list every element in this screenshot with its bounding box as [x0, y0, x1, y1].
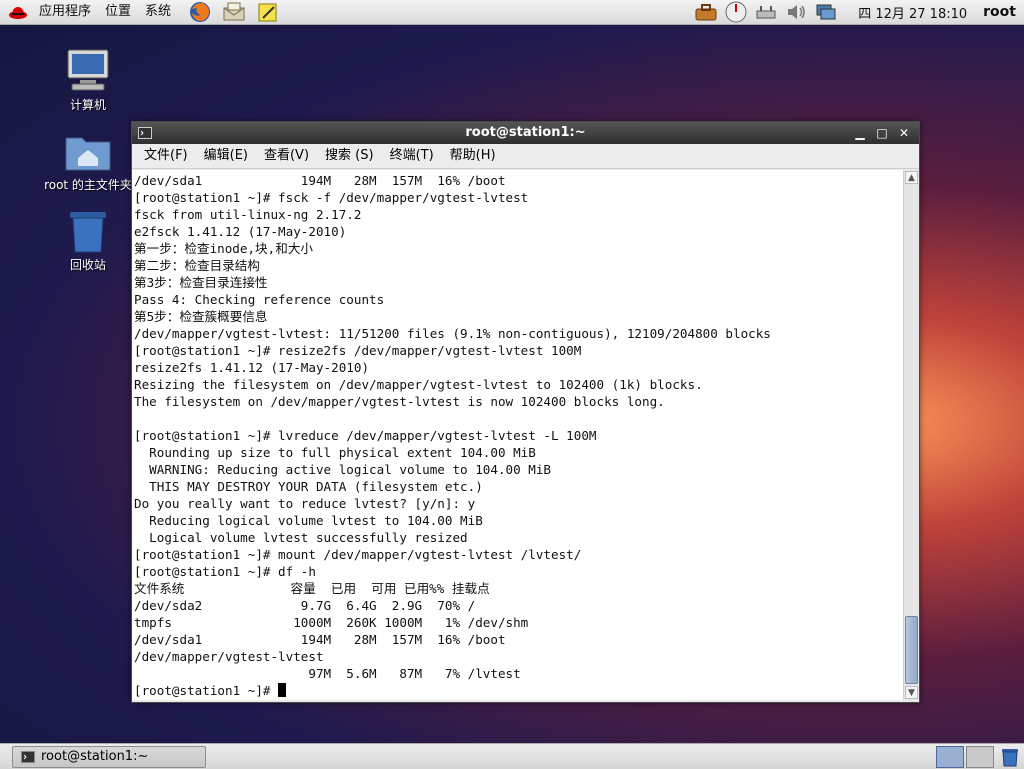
clock-gauge-icon[interactable]: [724, 1, 748, 23]
window-titlebar[interactable]: root@station1:~ ▁ □ ✕: [132, 122, 919, 144]
menu-applications[interactable]: 应用程序: [32, 0, 98, 24]
menu-view[interactable]: 查看(V): [256, 144, 317, 168]
menu-system[interactable]: 系统: [138, 0, 178, 24]
minimize-button[interactable]: ▁: [851, 124, 869, 142]
trash-icon[interactable]: [1000, 747, 1020, 767]
menu-search[interactable]: 搜索 (S): [317, 144, 382, 168]
bottom-panel: root@station1:~: [0, 743, 1024, 769]
terminal-cursor: [278, 683, 287, 697]
workspace-2[interactable]: [966, 745, 994, 768]
menu-places[interactable]: 位置: [98, 0, 138, 24]
clock[interactable]: 四 12月 27 18:10: [844, 3, 977, 22]
desktop-icon-label: 计算机: [69, 98, 106, 112]
workspace-switcher[interactable]: [936, 745, 994, 768]
scroll-thumb[interactable]: [905, 616, 918, 684]
user-menu[interactable]: root: [983, 4, 1024, 20]
main-menu: 应用程序 位置 系统: [0, 0, 182, 24]
terminal-icon: [21, 750, 35, 763]
terminal-output[interactable]: /dev/sda1 194M 28M 157M 16% /boot [root@…: [132, 170, 903, 700]
volume-icon[interactable]: [784, 1, 808, 23]
toolbox-icon[interactable]: [694, 1, 718, 23]
terminal-window: root@station1:~ ▁ □ ✕ 文件(F) 编辑(E) 查看(V) …: [131, 121, 920, 703]
workspace-1[interactable]: [936, 745, 964, 768]
maximize-button[interactable]: □: [873, 124, 891, 142]
trash-icon: [70, 212, 106, 253]
desktop-home-folder[interactable]: root 的主文件夹: [33, 130, 143, 193]
terminal-menubar: 文件(F) 编辑(E) 查看(V) 搜索 (S) 终端(T) 帮助(H): [132, 144, 919, 169]
window-title: root@station1:~: [465, 125, 586, 140]
top-panel: 应用程序 位置 系统 四 12月 27 18:10 root: [0, 0, 1024, 25]
taskbar-item-terminal[interactable]: root@station1:~: [12, 745, 206, 768]
display-icon[interactable]: [814, 1, 838, 23]
close-button[interactable]: ✕: [895, 124, 913, 142]
desktop-icon-label: 回收站: [69, 258, 106, 272]
menu-terminal[interactable]: 终端(T): [382, 144, 442, 168]
home-folder-icon: [65, 137, 111, 171]
scroll-up-arrow-icon[interactable]: ▲: [905, 171, 918, 184]
menu-edit[interactable]: 编辑(E): [196, 144, 256, 168]
network-icon[interactable]: [754, 1, 778, 23]
desktop-trash[interactable]: 回收站: [33, 208, 143, 273]
notes-icon[interactable]: [256, 1, 280, 23]
vertical-scrollbar[interactable]: ▲ ▼: [903, 170, 919, 700]
redhat-logo-icon[interactable]: [8, 4, 28, 20]
menu-help[interactable]: 帮助(H): [442, 144, 504, 168]
computer-icon: [67, 49, 109, 91]
taskbar-item-label: root@station1:~: [41, 749, 149, 764]
firefox-icon[interactable]: [188, 1, 212, 23]
terminal-text[interactable]: /dev/sda1 194M 28M 157M 16% /boot [root@…: [132, 170, 903, 699]
mail-icon[interactable]: [222, 1, 246, 23]
terminal-icon: [138, 127, 152, 139]
desktop-icon-label: root 的主文件夹: [44, 178, 132, 192]
desktop-computer[interactable]: 计算机: [33, 46, 143, 113]
scroll-down-arrow-icon[interactable]: ▼: [905, 686, 918, 699]
menu-file[interactable]: 文件(F): [136, 144, 196, 168]
